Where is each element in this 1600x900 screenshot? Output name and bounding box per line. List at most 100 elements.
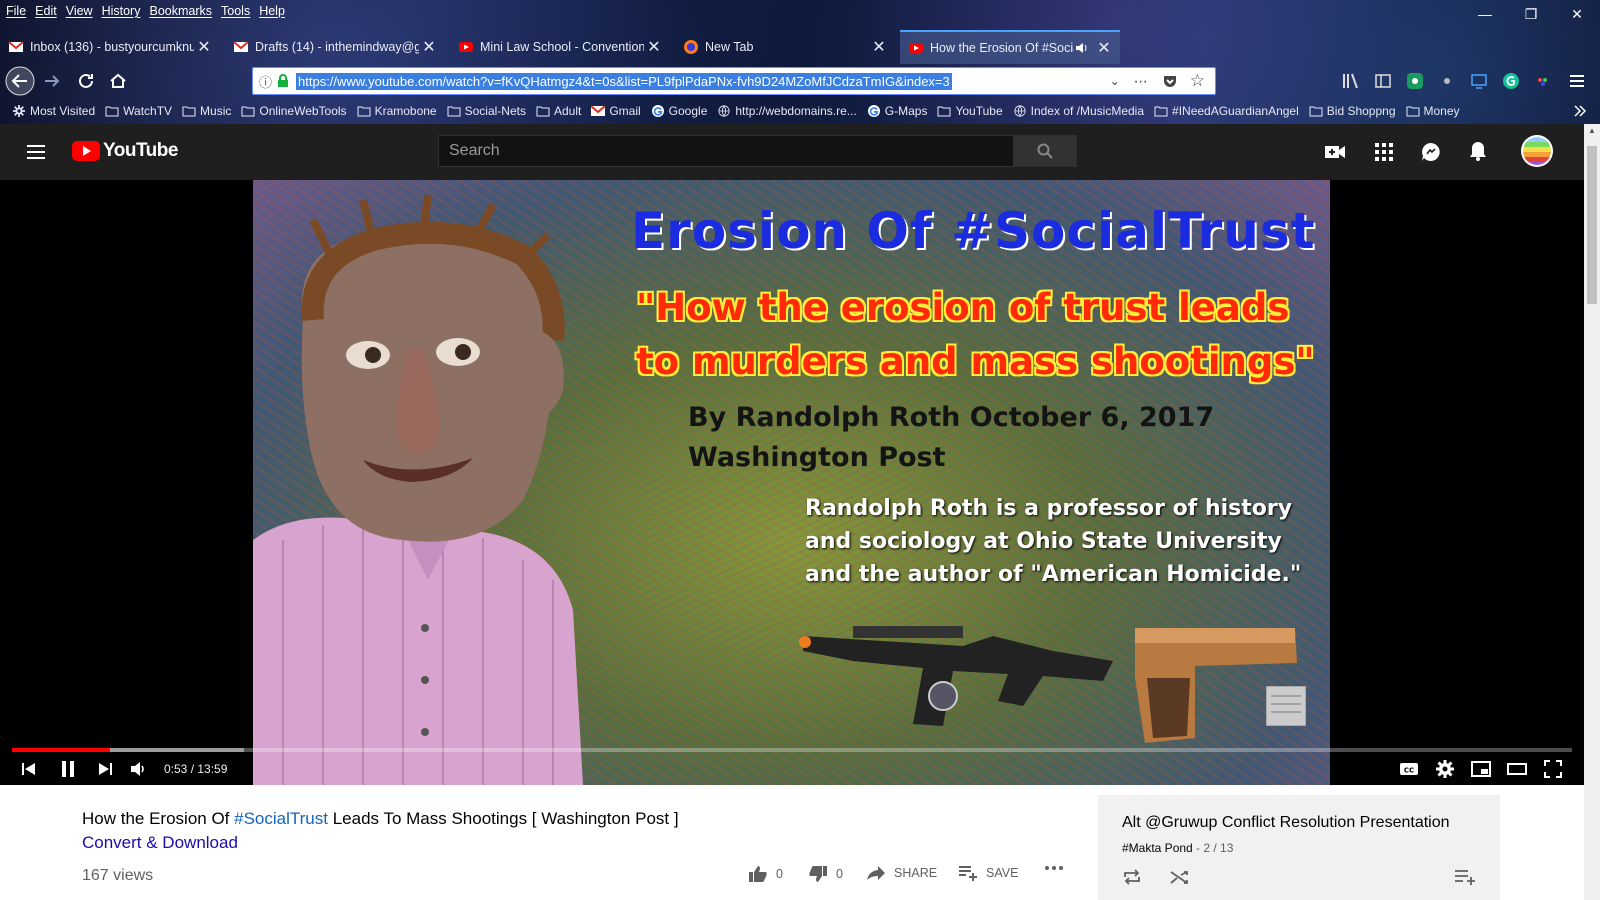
next-button[interactable]: [90, 756, 120, 782]
bookmark-item[interactable]: Most Visited: [12, 104, 95, 118]
video-player[interactable]: Erosion Of #SocialTrust "How the erosion…: [0, 180, 1584, 785]
back-button[interactable]: [4, 66, 36, 96]
playlist-channel[interactable]: #Makta Pond: [1122, 841, 1193, 855]
close-tab-icon[interactable]: ✕: [869, 37, 889, 57]
gmail-icon: [591, 105, 606, 116]
restore-button[interactable]: ❐: [1508, 0, 1554, 28]
avatar[interactable]: [1520, 134, 1554, 168]
guide-menu-icon[interactable]: [24, 140, 48, 164]
captions-button[interactable]: CC: [1394, 756, 1424, 782]
chevron-down-icon[interactable]: ⌄: [1110, 74, 1120, 88]
loop-icon[interactable]: [1122, 869, 1142, 885]
bookmark-item[interactable]: Social-Nets: [447, 104, 526, 118]
page-scrollbar[interactable]: ▲: [1584, 124, 1600, 900]
extension-green-icon[interactable]: [1406, 72, 1424, 90]
sidebar-icon[interactable]: [1374, 72, 1392, 90]
minimize-button[interactable]: —: [1462, 0, 1508, 28]
menu-view[interactable]: View: [66, 4, 93, 18]
apps-grid-icon[interactable]: [1374, 142, 1394, 162]
bookmark-item[interactable]: YouTube: [937, 104, 1003, 118]
convert-download-link[interactable]: Convert & Download: [82, 833, 238, 853]
scrollbar-thumb[interactable]: [1587, 146, 1597, 304]
create-video-icon[interactable]: [1324, 141, 1346, 163]
menu-file[interactable]: File: [6, 4, 26, 18]
previous-button[interactable]: [14, 756, 44, 782]
youtube-logo[interactable]: YouTube: [72, 140, 178, 162]
hashtag-link[interactable]: #SocialTrust: [234, 809, 328, 828]
theater-mode-button[interactable]: [1502, 756, 1532, 782]
folder-icon: [357, 106, 371, 117]
menu-edit[interactable]: Edit: [35, 4, 57, 18]
grammarly-icon[interactable]: [1502, 72, 1520, 90]
more-actions-button[interactable]: [1044, 865, 1072, 871]
notifications-bell-icon[interactable]: [1468, 140, 1488, 162]
tab-new-tab[interactable]: New Tab ✕: [675, 30, 895, 64]
messages-icon[interactable]: [1420, 141, 1442, 163]
close-tab-icon[interactable]: ✕: [1094, 38, 1114, 58]
chevron-right-icon[interactable]: [1572, 103, 1588, 119]
bookmark-item[interactable]: Music: [182, 104, 231, 118]
tab-erosion-active[interactable]: How the Erosion Of #Social ✕: [900, 30, 1120, 64]
menu-history[interactable]: History: [102, 4, 141, 18]
miniplayer-button[interactable]: [1466, 756, 1496, 782]
pause-button[interactable]: [53, 756, 83, 782]
menu-bookmarks[interactable]: Bookmarks: [149, 4, 212, 18]
watermark-thumbnail-icon[interactable]: [1266, 686, 1306, 726]
share-label: SHARE: [894, 866, 938, 880]
scroll-up-icon[interactable]: ▲: [1588, 126, 1596, 135]
menu-tools[interactable]: Tools: [221, 4, 250, 18]
folder-icon: [447, 106, 461, 117]
shuffle-icon[interactable]: [1170, 869, 1190, 885]
share-button[interactable]: SHARE: [866, 865, 937, 881]
like-button[interactable]: 0: [748, 865, 783, 883]
url-text[interactable]: https://www.youtube.com/watch?v=fKvQHatm…: [296, 72, 952, 90]
forward-button[interactable]: [36, 66, 68, 96]
close-tab-icon[interactable]: ✕: [419, 37, 439, 57]
close-window-button[interactable]: ✕: [1554, 0, 1600, 28]
bookmark-item[interactable]: Google: [651, 104, 707, 118]
settings-button[interactable]: [1430, 756, 1460, 782]
search-input[interactable]: Search: [438, 135, 1014, 167]
playlist-menu-icon[interactable]: [1454, 869, 1476, 885]
dislike-button[interactable]: 0: [808, 865, 843, 883]
bookmark-item[interactable]: #INeedAGuardianAngel: [1154, 104, 1299, 118]
fullscreen-button[interactable]: [1538, 756, 1568, 782]
pocket-icon[interactable]: [1162, 73, 1178, 89]
bookmark-item[interactable]: G-Maps: [867, 104, 927, 118]
volume-button[interactable]: [124, 756, 154, 782]
info-icon[interactable]: ⓘ: [259, 72, 272, 91]
color-picker-icon[interactable]: [1534, 72, 1552, 90]
more-horizontal-icon: [1045, 866, 1063, 870]
tab-drafts[interactable]: Drafts (14) - inthemindway@gr ✕: [225, 30, 445, 64]
bookmark-item[interactable]: OnlineWebTools: [241, 104, 347, 118]
video-frame[interactable]: Erosion Of #SocialTrust "How the erosion…: [253, 180, 1330, 785]
bookmark-item[interactable]: Index of /MusicMedia: [1013, 104, 1144, 118]
playlist-title[interactable]: Alt @Gruwup Conflict Resolution Presenta…: [1122, 814, 1450, 832]
bookmark-item[interactable]: Kramobone: [357, 104, 437, 118]
reload-button[interactable]: [70, 66, 102, 96]
url-bar[interactable]: ⓘ https://www.youtube.com/watch?v=fKvQHa…: [252, 67, 1216, 95]
speaker-icon[interactable]: [1074, 40, 1090, 56]
youtube-header: YouTube Search: [0, 124, 1584, 180]
bookmark-item[interactable]: Money: [1406, 104, 1460, 118]
close-tab-icon[interactable]: ✕: [644, 37, 664, 57]
tab-inbox[interactable]: Inbox (136) - bustyourcumknut ✕: [0, 30, 220, 64]
tab-mini-law-school[interactable]: Mini Law School - Convention ✕: [450, 30, 670, 64]
save-button[interactable]: SAVE: [958, 865, 1018, 881]
home-button[interactable]: [102, 66, 134, 96]
folder-icon: [536, 106, 550, 117]
bookmark-item[interactable]: http://webdomains.re...: [717, 104, 857, 118]
bookmark-item[interactable]: WatchTV: [105, 104, 172, 118]
menu-help[interactable]: Help: [259, 4, 285, 18]
bookmark-item[interactable]: Bid Shoppng: [1309, 104, 1396, 118]
extension-dot-icon[interactable]: [1438, 72, 1456, 90]
star-icon[interactable]: ☆: [1190, 71, 1205, 91]
screen-capture-icon[interactable]: [1470, 72, 1488, 90]
more-actions-icon[interactable]: ⋯: [1134, 73, 1148, 90]
hamburger-menu-icon[interactable]: [1568, 72, 1586, 90]
library-icon[interactable]: [1342, 72, 1360, 90]
bookmark-item[interactable]: Adult: [536, 104, 581, 118]
close-tab-icon[interactable]: ✕: [194, 37, 214, 57]
search-button[interactable]: [1013, 135, 1077, 167]
bookmark-item[interactable]: Gmail: [591, 104, 641, 118]
